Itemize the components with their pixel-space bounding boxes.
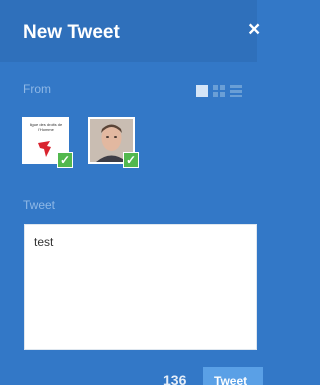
panel-header: New Tweet × — [0, 0, 260, 62]
account-avatar-logo[interactable]: ligue des droits de l'Homme ✓ — [22, 117, 73, 168]
tweet-button[interactable]: Tweet — [203, 367, 263, 385]
from-label: From — [23, 82, 51, 96]
tweet-text: test — [34, 235, 54, 249]
close-icon[interactable]: × — [248, 19, 260, 40]
account-avatar-photo[interactable]: ✓ — [88, 117, 139, 168]
selected-check-icon: ✓ — [57, 152, 73, 168]
tweet-textarea[interactable]: test — [24, 224, 257, 350]
tweet-label: Tweet — [23, 198, 56, 212]
grid-view-icon[interactable] — [213, 85, 225, 97]
panel-title: New Tweet — [23, 22, 120, 43]
single-view-icon[interactable] — [196, 85, 208, 97]
view-toggle-group — [196, 85, 257, 97]
character-counter: 136 — [163, 372, 187, 385]
selected-check-icon: ✓ — [123, 152, 139, 168]
list-view-icon[interactable] — [230, 85, 242, 97]
